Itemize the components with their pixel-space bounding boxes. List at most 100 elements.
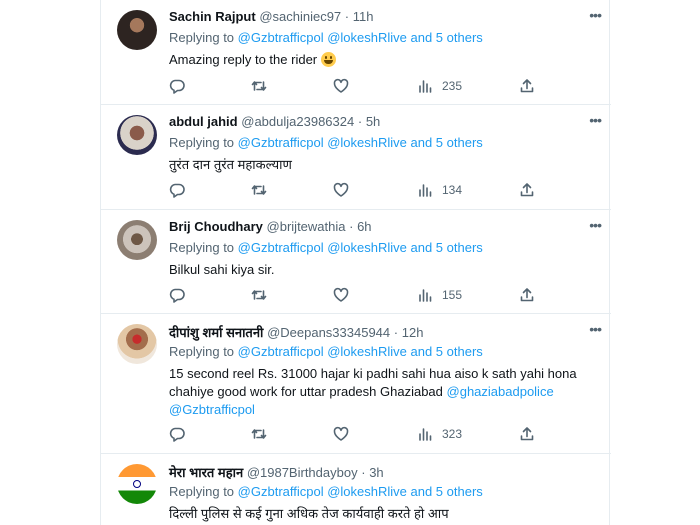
share-button[interactable] [519,180,535,200]
timestamp[interactable]: 5h [366,114,380,129]
retweet-icon [251,290,267,300]
retweet-button[interactable] [251,76,267,96]
replying-to-mentions[interactable]: @Gzbtrafficpol @lokeshRlive and 5 others [238,30,483,45]
views-icon [419,289,432,302]
retweet-button[interactable] [251,424,267,444]
grinning-face-emoji [320,52,336,67]
views-button[interactable]: 235 [417,76,462,96]
like-button[interactable] [333,424,349,444]
tweet-text: Amazing reply to the rider [169,51,589,69]
views-count: 235 [442,79,463,93]
like-icon [333,287,349,302]
tweet-actions: 235 [169,76,549,96]
mention-link[interactable]: @ghaziabadpolice [447,384,554,399]
share-button[interactable] [519,424,535,444]
tweet[interactable]: Sachin Rajput @sachiniec97 · 11h ••• Rep… [101,0,611,105]
retweet-icon [251,81,267,91]
retweet-button[interactable] [251,285,267,305]
reply-button[interactable] [169,285,185,305]
separator: · [361,465,366,480]
like-icon [333,78,349,93]
tweet[interactable]: Brij Choudhary @brijtewathia · 6h ••• Re… [101,210,611,314]
tweet-text: तुरंत दान तुरंत महाकल्याण [169,156,589,174]
tweet[interactable]: abdul jahid @abdulja23986324 · 5h ••• Re… [101,105,611,210]
share-button[interactable] [519,76,535,96]
tweet-header: मेरा भारत महान @1987Birthdayboy · 3h [169,463,384,481]
replying-to-mentions[interactable]: @Gzbtrafficpol @lokeshRlive and 5 others [238,344,483,359]
replying-label: Replying to [169,344,235,359]
views-icon [419,80,432,93]
like-button[interactable] [333,180,349,200]
reply-button[interactable] [169,180,185,200]
tweet-text-content: तुरंत दान तुरंत महाकल्याण [169,157,292,172]
handle[interactable]: @brijtewathia [267,219,346,234]
avatar[interactable] [117,220,157,260]
handle[interactable]: @abdulja23986324 [241,114,354,129]
replying-to-mentions[interactable]: @Gzbtrafficpol @lokeshRlive and 5 others [238,484,483,499]
replying-to-mentions[interactable]: @Gzbtrafficpol @lokeshRlive and 5 others [238,135,483,150]
handle[interactable]: @sachiniec97 [259,9,341,24]
reply-thread: Sachin Rajput @sachiniec97 · 11h ••• Rep… [100,0,611,525]
display-name[interactable]: Brij Choudhary [169,219,263,234]
display-name[interactable]: Sachin Rajput [169,9,256,24]
replying-to-mentions[interactable]: @Gzbtrafficpol @lokeshRlive and 5 others [238,240,483,255]
like-icon [333,182,349,197]
tweet-header: abdul jahid @abdulja23986324 · 5h [169,114,380,129]
views-count: 323 [442,427,463,441]
timestamp[interactable]: 12h [402,325,424,340]
tweet-actions: 155 [169,285,549,305]
views-button[interactable]: 134 [417,180,462,200]
replying-label: Replying to [169,30,235,45]
handle[interactable]: @1987Birthdayboy [247,465,358,480]
tweet-header: Brij Choudhary @brijtewathia · 6h [169,219,372,234]
tweet-text: Bilkul sahi kiya sir. [169,261,589,279]
avatar[interactable] [117,115,157,155]
tweet[interactable]: दीपांशु शर्मा सनातनी @Deepans33345944 · … [101,314,611,454]
tweet[interactable]: मेरा भारत महान @1987Birthdayboy · 3h Rep… [101,454,611,525]
tweet-header: दीपांशु शर्मा सनातनी @Deepans33345944 · … [169,323,423,341]
retweet-button[interactable] [251,180,267,200]
timestamp[interactable]: 6h [357,219,371,234]
reply-icon [169,79,185,94]
reply-button[interactable] [169,76,185,96]
views-button[interactable]: 155 [417,285,462,305]
replying-to: Replying to @Gzbtrafficpol @lokeshRlive … [169,30,483,45]
more-icon[interactable]: ••• [589,112,602,128]
like-button[interactable] [333,285,349,305]
tweet-actions: 323 [169,424,549,444]
replying-to: Replying to @Gzbtrafficpol @lokeshRlive … [169,344,483,359]
replying-label: Replying to [169,135,235,150]
share-button[interactable] [519,285,535,305]
views-count: 155 [442,288,463,302]
views-button[interactable]: 323 [417,424,462,444]
reply-icon [169,183,185,198]
avatar[interactable] [117,324,157,364]
ashoka-chakra-icon [133,480,141,488]
reply-icon [169,288,185,303]
tweet-actions: 134 [169,180,549,200]
avatar[interactable] [117,10,157,50]
like-button[interactable] [333,76,349,96]
timestamp[interactable]: 11h [353,9,374,24]
more-icon[interactable]: ••• [589,217,602,233]
tweet-text-content: Amazing reply to the rider [169,52,318,67]
separator: · [393,325,399,340]
display-name[interactable]: दीपांशु शर्मा सनातनी [169,325,263,340]
reply-button[interactable] [169,424,185,444]
more-icon[interactable]: ••• [589,7,602,23]
display-name[interactable]: abdul jahid [169,114,238,129]
more-icon[interactable]: ••• [589,321,602,337]
replying-label: Replying to [169,484,235,499]
retweet-icon [251,429,267,439]
views-icon [419,428,432,441]
display-name[interactable]: मेरा भारत महान [169,465,243,480]
handle[interactable]: @Deepans33345944 [267,325,390,340]
timestamp[interactable]: 3h [369,465,383,480]
like-icon [333,426,349,441]
replying-to: Replying to @Gzbtrafficpol @lokeshRlive … [169,240,483,255]
mention-link[interactable]: @Gzbtrafficpol [169,402,255,417]
replying-to: Replying to @Gzbtrafficpol @lokeshRlive … [169,484,483,499]
share-icon [520,427,534,441]
avatar[interactable] [117,464,157,504]
tweet-text: 15 second reel Rs. 31000 hajar ki padhi … [169,365,589,419]
